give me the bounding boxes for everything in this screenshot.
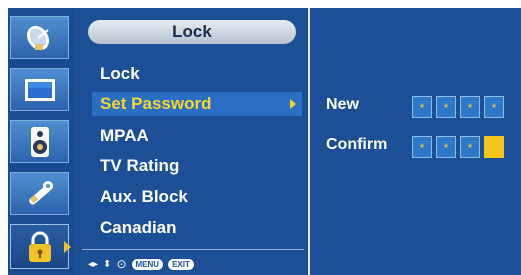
submenu-arrow-icon: [290, 99, 296, 109]
selected-category-arrow-icon: [64, 241, 71, 253]
category-icon-column: [8, 8, 73, 275]
confirm-password-cursor[interactable]: [484, 136, 504, 158]
password-submenu: New * * * * Confirm * * *: [310, 8, 521, 275]
category-option[interactable]: [10, 172, 69, 215]
lock-menu-panel: Lock Lock Set Password MPAA TV Rating Au…: [76, 8, 308, 275]
category-channel[interactable]: [10, 16, 69, 59]
footer-divider: [82, 249, 304, 250]
new-password-digit[interactable]: *: [460, 96, 480, 118]
new-password-digit[interactable]: *: [412, 96, 432, 118]
menu-item-mpaa[interactable]: MPAA: [100, 126, 149, 146]
osd-menu: Lock Lock Set Password MPAA TV Rating Au…: [8, 8, 521, 275]
confirm-password-digit[interactable]: *: [436, 136, 456, 158]
new-password-label: New: [326, 96, 359, 113]
navigation-hint-bar: ◂▸ ⬍ ⊙ MENU EXIT: [88, 256, 194, 272]
menu-key-hint: MENU: [131, 258, 164, 270]
new-password-digit[interactable]: *: [484, 96, 504, 118]
menu-item-lock[interactable]: Lock: [100, 64, 140, 84]
new-password-digit[interactable]: *: [436, 96, 456, 118]
menu-item-aux-block[interactable]: Aux. Block: [100, 187, 188, 207]
exit-key-hint: EXIT: [168, 258, 194, 270]
menu-item-tv-rating[interactable]: TV Rating: [100, 156, 179, 176]
wrench-tools-icon: [28, 180, 53, 205]
speaker-icon: [30, 126, 49, 157]
padlock-icon: [28, 231, 51, 262]
menu-title: Lock: [88, 20, 296, 44]
category-picture[interactable]: [10, 68, 69, 111]
confirm-password-digit[interactable]: *: [412, 136, 432, 158]
menu-item-label: Set Password: [100, 94, 212, 113]
menu-item-set-password[interactable]: Set Password: [92, 92, 302, 116]
picture-screen-icon: [24, 78, 55, 101]
category-sound[interactable]: [10, 120, 69, 163]
confirm-password-digit[interactable]: *: [460, 136, 480, 158]
ok-button-icon: ⊙: [116, 257, 127, 271]
up-down-arrows-icon: ⬍: [103, 258, 112, 270]
menu-item-canadian[interactable]: Canadian: [100, 218, 177, 238]
left-right-arrows-icon: ◂▸: [88, 258, 99, 270]
satellite-dish-icon: [26, 25, 49, 50]
confirm-password-label: Confirm: [326, 136, 388, 153]
category-lock[interactable]: [10, 224, 69, 269]
